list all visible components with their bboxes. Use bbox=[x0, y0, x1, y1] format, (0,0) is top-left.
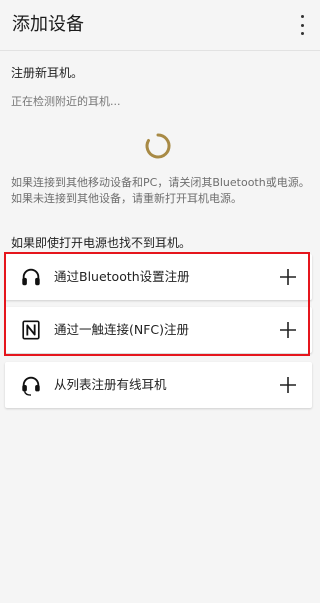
app-bar: 添加设备 bbox=[0, 0, 320, 51]
register-via-nfc-option[interactable]: 通过一触连接(NFC)注册 bbox=[5, 307, 312, 353]
connection-info-text: 如果连接到其他移动设备和PC，请关闭其Bluetooth或电源。如果未连接到其他… bbox=[11, 176, 310, 205]
headphones-icon bbox=[22, 268, 40, 286]
option-label-nfc: 通过一触连接(NFC)注册 bbox=[54, 322, 190, 337]
more-vert-icon[interactable] bbox=[294, 15, 310, 35]
register-via-bluetooth-option[interactable]: 通过Bluetooth设置注册 bbox=[5, 254, 312, 300]
wired-headphones-icon bbox=[22, 376, 40, 396]
not-found-label: 如果即使打开电源也找不到耳机。 bbox=[11, 236, 192, 250]
plus-icon[interactable] bbox=[278, 320, 298, 340]
detecting-status: 正在检测附近的耳机... bbox=[11, 95, 121, 108]
loading-spinner-icon bbox=[145, 133, 171, 159]
plus-icon[interactable] bbox=[278, 375, 298, 395]
nfc-icon bbox=[22, 320, 40, 340]
register-heading: 注册新耳机。 bbox=[11, 66, 84, 80]
option-label-wired: 从列表注册有线耳机 bbox=[54, 377, 167, 392]
page-title: 添加设备 bbox=[12, 14, 84, 35]
option-label-bluetooth: 通过Bluetooth设置注册 bbox=[54, 269, 190, 284]
register-wired-option[interactable]: 从列表注册有线耳机 bbox=[5, 362, 312, 408]
plus-icon[interactable] bbox=[278, 267, 298, 287]
